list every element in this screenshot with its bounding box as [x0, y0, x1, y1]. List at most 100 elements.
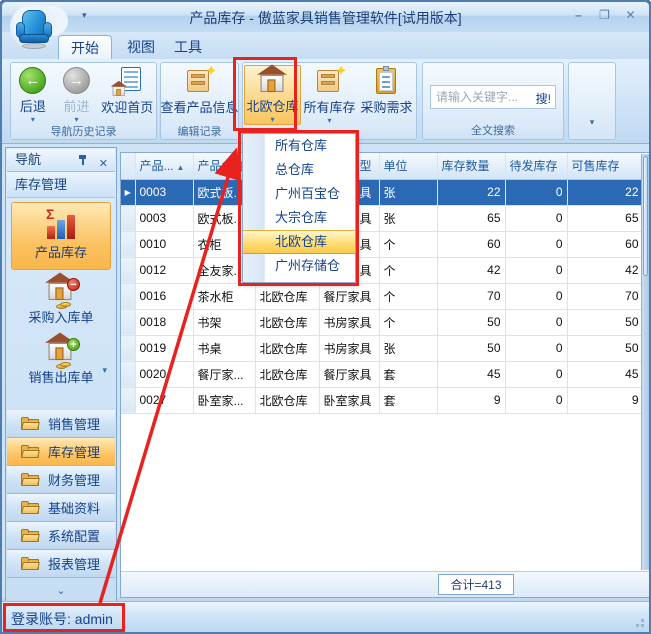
forward-icon: →	[63, 67, 90, 94]
close-button[interactable]: ✕	[622, 7, 639, 24]
house-plus-icon: +	[46, 336, 76, 364]
chevron-down-icon[interactable]: ▾	[102, 365, 107, 376]
table-header-cell[interactable]: 库存数量	[437, 153, 505, 179]
table-cell: 0020	[135, 361, 193, 387]
resize-grip[interactable]	[632, 615, 644, 627]
chevron-down-icon[interactable]: ▾	[590, 117, 595, 128]
inventory-table: 产品...▲产品名称仓库产品类型单位库存数量待发库存可售库存 ▶0003欧式板.…	[120, 152, 650, 598]
pin-icon[interactable]	[77, 154, 89, 166]
table-row[interactable]: 0020餐厅家...北欧仓库餐厅家具套45045	[121, 361, 643, 387]
nav-module-item[interactable]: 销售管理	[7, 410, 115, 438]
nav-module-item[interactable]: 报表管理	[7, 550, 115, 578]
table-cell: 50	[567, 335, 643, 361]
search-box: 搜!	[430, 85, 556, 109]
app-logo-armchair-icon[interactable]	[10, 4, 66, 56]
house-minus-icon: −	[46, 276, 76, 304]
table-cell: 42	[567, 257, 643, 283]
table-cell: 北欧仓库	[255, 283, 319, 309]
table-cell: 书房家具	[319, 335, 379, 361]
table-row[interactable]: 0027卧室家...北欧仓库卧室家具套909	[121, 387, 643, 413]
shortcut-sales-out[interactable]: + 销售出库单	[11, 336, 111, 386]
row-indicator-cell: ▶	[121, 179, 135, 205]
ribbon-group-edit-record: ✦ 查看产品信息 编辑记录	[160, 62, 239, 140]
table-header-cell[interactable]: 待发库存	[505, 153, 567, 179]
nav-module-item[interactable]: 财务管理	[7, 466, 115, 494]
table-row[interactable]: 0019书桌北欧仓库书房家具张50050	[121, 335, 643, 361]
table-cell: 50	[437, 309, 505, 335]
folder-icon	[21, 473, 40, 487]
sparkle-icon: ✦	[336, 63, 347, 79]
warehouse-menu-item[interactable]: 所有仓库	[243, 134, 355, 158]
table-cell: 0019	[135, 335, 193, 361]
warehouse-menu-item[interactable]: 广州百宝仓	[243, 182, 355, 206]
chevron-down-icon: ▾	[270, 116, 274, 124]
table-cell: 茶水柜	[193, 283, 255, 309]
nav-module-item[interactable]: 基础资料	[7, 494, 115, 522]
table-cell: 0	[505, 231, 567, 257]
nav-module-item[interactable]: 库存管理	[7, 438, 115, 466]
table-cell: 70	[437, 283, 505, 309]
tab-start[interactable]: 开始	[58, 35, 112, 59]
nav-module-label: 基础资料	[48, 498, 100, 517]
forward-button[interactable]: → 前进 ▾	[55, 65, 99, 125]
clipboard-icon	[372, 67, 402, 95]
purchase-demand-button[interactable]: 采购需求	[358, 65, 415, 125]
table-header-cell[interactable]: 可售库存	[567, 153, 643, 179]
back-button[interactable]: ← 后退 ▾	[11, 65, 55, 125]
chevron-down-icon[interactable]: ⌄	[6, 584, 116, 597]
navigation-panel: 导航 ✕ 库存管理 Σ 产品库存 − 采购入库单	[5, 147, 117, 602]
table-cell: 北欧仓库	[255, 309, 319, 335]
vertical-scrollbar[interactable]	[641, 154, 649, 570]
table-row[interactable]: 0012全友家..北欧仓库客厅家具个42042	[121, 257, 643, 283]
shortcut-purchase-in[interactable]: − 采购入库单	[11, 276, 111, 326]
group-label-fulltext-search: 全文搜索	[423, 124, 563, 139]
warehouse-menu-item[interactable]: 大宗仓库	[243, 206, 355, 230]
minimize-button[interactable]: –	[570, 7, 587, 24]
row-indicator-cell	[121, 361, 135, 387]
splitter-handle[interactable]	[6, 403, 116, 410]
table-row[interactable]: 0018书架北欧仓库书房家具个50050	[121, 309, 643, 335]
table-row[interactable]: 0003欧式板..北欧仓库卧室家具张65065	[121, 205, 643, 231]
table-cell: 北欧仓库	[255, 387, 319, 413]
table-cell: 0	[505, 361, 567, 387]
table-row[interactable]: 0010衣柜北欧仓库卧室家具个60060	[121, 231, 643, 257]
table-cell: 50	[437, 335, 505, 361]
table-cell: 卧室家...	[193, 387, 255, 413]
table-cell: 书架	[193, 309, 255, 335]
nav-module-label: 报表管理	[48, 554, 100, 573]
table-cell: 0003	[135, 179, 193, 205]
tab-tools[interactable]: 工具	[162, 35, 214, 59]
maximize-button[interactable]: ❐	[596, 7, 613, 24]
title-bar: 产品库存 - 傲蓝家具销售管理软件[试用版本] ▾ – ❐ ✕	[2, 2, 649, 32]
scrollbar-thumb[interactable]	[643, 156, 648, 276]
table-cell: 60	[437, 231, 505, 257]
warehouse-filter-button[interactable]: 北欧仓库 ▾	[244, 65, 301, 125]
table-row[interactable]: ▶0003欧式板..北欧仓库卧室家具张22022	[121, 179, 643, 205]
table-row[interactable]: 0016茶水柜北欧仓库餐厅家具个70070	[121, 283, 643, 309]
table-cell: 45	[567, 361, 643, 387]
all-stock-button[interactable]: ✦ 所有库存 ▾	[301, 65, 358, 125]
stock-chart-icon: Σ	[44, 209, 78, 239]
quick-access-caret-icon[interactable]: ▾	[82, 10, 87, 21]
table-header-cell[interactable]: 单位	[379, 153, 437, 179]
tab-view[interactable]: 视图	[115, 35, 167, 59]
search-go-button[interactable]: 搜!	[536, 90, 551, 107]
table-cell: 餐厅家具	[319, 283, 379, 309]
table-cell: 书桌	[193, 335, 255, 361]
login-account-label: 登录账号: admin	[11, 609, 113, 629]
table-cell: 书房家具	[319, 309, 379, 335]
nav-module-item[interactable]: 系统配置	[7, 522, 115, 550]
shortcut-product-stock[interactable]: Σ 产品库存	[11, 202, 111, 270]
table-header-cell[interactable]: 产品...▲	[135, 153, 193, 179]
status-bar: 登录账号: admin	[2, 601, 649, 632]
nav-section-header: 库存管理	[7, 172, 115, 198]
nav-module-label: 库存管理	[48, 442, 100, 461]
warehouse-menu-item[interactable]: 广州存储仓	[243, 254, 355, 278]
row-indicator-cell	[121, 283, 135, 309]
welcome-home-button[interactable]: 欢迎首页	[98, 65, 156, 125]
warehouse-menu-item[interactable]: 北欧仓库	[243, 230, 355, 254]
table-cell: 北欧仓库	[255, 361, 319, 387]
row-indicator-cell	[121, 257, 135, 283]
warehouse-menu-item[interactable]: 总仓库	[243, 158, 355, 182]
view-product-info-button[interactable]: ✦ 查看产品信息	[162, 65, 238, 125]
